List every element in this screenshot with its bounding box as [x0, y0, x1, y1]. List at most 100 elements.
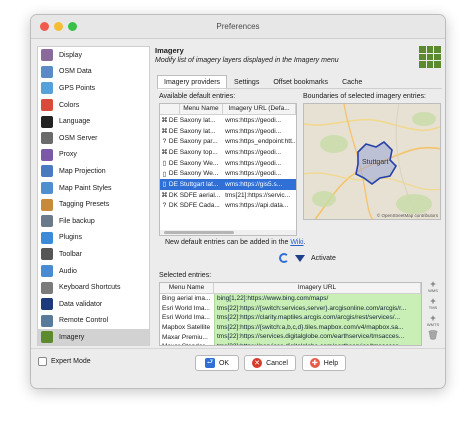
sidebar-item-osm-server[interactable]: OSM Server: [38, 130, 149, 147]
column-header-menu-name[interactable]: Menu Name: [160, 283, 214, 293]
plugins-icon: [41, 231, 53, 244]
sidebar-item-keyboard-shortcuts[interactable]: Keyboard Shortcuts: [38, 279, 149, 296]
entry-type-icon: ?: [162, 202, 167, 210]
add-wmts-button[interactable]: + WMTS: [426, 314, 440, 328]
expert-mode-checkbox[interactable]: [38, 357, 47, 366]
entry-type-icon: ⌘: [161, 128, 168, 136]
refresh-icon[interactable]: [279, 253, 289, 263]
sidebar-item-file-backup[interactable]: File backup: [38, 213, 149, 230]
entry-type-icon: ⌘: [161, 117, 168, 125]
validator-icon: [41, 298, 53, 311]
sidebar-item-label: Remote Control: [59, 317, 109, 325]
sidebar-item-remote-control[interactable]: Remote Control: [38, 313, 149, 330]
horizontal-scrollbar[interactable]: [160, 230, 296, 235]
available-entries-table[interactable]: Menu Name Imagery URL (Defa... ⌘ DE Saxony…: [159, 103, 297, 236]
imagery-url-cell[interactable]: tms[22]:https://{switch:a,b,c,d}.tiles.m…: [214, 322, 421, 333]
ok-button[interactable]: ⮐ OK: [195, 355, 239, 371]
table-row[interactable]: Esri World Ima... tms[22]:https://{switch…: [160, 303, 421, 314]
expert-mode-toggle[interactable]: Expert Mode: [38, 357, 91, 366]
menu-name-cell[interactable]: Mapbox Satellite: [160, 324, 214, 331]
imagery-url-cell[interactable]: tms[22]:https://services.digitalglobe.co…: [214, 341, 421, 345]
sidebar-item-label: Keyboard Shortcuts: [59, 284, 121, 292]
imagery-url-cell[interactable]: bing[1,22]:https://www.bing.com/maps/: [214, 294, 421, 304]
table-row[interactable]: Esri World Ima... tms[22]:https://clarity…: [160, 313, 421, 323]
table-row[interactable]: ⌘ DK SDFE aerial... tms[21]:https://servic.…: [160, 190, 296, 201]
table-row[interactable]: Bing aerial ima... bing[1,22]:https://www…: [160, 294, 421, 304]
table-row[interactable]: Mapbox Satellite tms[22]:https://{switch:…: [160, 322, 421, 333]
sidebar-item-label: OSM Server: [59, 134, 98, 142]
delete-entry-button[interactable]: 🗑: [426, 331, 440, 344]
sidebar-item-label: Colors: [59, 101, 80, 109]
sidebar-item-label: Imagery: [59, 333, 85, 341]
table-row[interactable]: ▯ DE Saxony We... wms:https://geodi...: [160, 168, 296, 179]
table-row[interactable]: Maxar Premiu... tms[22]:https://services.…: [160, 332, 421, 342]
imagery-url-cell: wms:https_endpoint:htt...: [225, 138, 297, 146]
sidebar-item-colors[interactable]: Colors: [38, 97, 149, 114]
sidebar-item-language[interactable]: Language: [38, 113, 149, 130]
imagery-providers-panel: Available default entries: Boundaries of…: [157, 88, 442, 346]
add-tms-button[interactable]: + TMS: [426, 297, 440, 311]
help-button[interactable]: ✚ Help: [302, 355, 346, 371]
table-row[interactable]: ⌘ DE Saxony lat... wms:https://geodi...: [160, 115, 296, 126]
sidebar-item-toolbar[interactable]: Toolbar: [38, 246, 149, 263]
menu-name-cell[interactable]: Esri World Ima...: [160, 305, 214, 312]
imagery-url-cell: tms[21]:https://servic...: [225, 191, 291, 199]
dialog-footer: Expert Mode ⮐ OK ✕ Cancel ✚ Help: [31, 348, 445, 388]
table-row[interactable]: ▯ DE Stuttgart lat... wms:https://gis5.s...: [160, 179, 296, 190]
activate-controls: Activate: [279, 253, 336, 263]
imagery-url-cell[interactable]: tms[22]:https://services.digitalglobe.co…: [214, 332, 421, 342]
sidebar-item-plugins[interactable]: Plugins: [38, 230, 149, 247]
sidebar-item-proxy[interactable]: Proxy: [38, 147, 149, 164]
plus-icon: +: [430, 279, 436, 289]
table-row[interactable]: ⌘ DE Saxony top... wms:https://geodi...: [160, 147, 296, 158]
imagery-url-cell: wms:https://geodi...: [225, 159, 282, 167]
activate-button[interactable]: Activate: [311, 255, 336, 262]
ok-icon: ⮐: [204, 358, 215, 368]
menu-name-cell[interactable]: Maxar Premiu...: [160, 334, 214, 341]
add-wms-button[interactable]: + WMS: [426, 279, 440, 294]
sidebar-item-data-validator[interactable]: Data validator: [38, 296, 149, 313]
country-code: DE: [168, 148, 178, 156]
selected-entries-table[interactable]: Menu Name Imagery URL Bing aerial ima...…: [159, 282, 422, 346]
sidebar-item-tagging-presets[interactable]: Tagging Presets: [38, 196, 149, 213]
column-header-imagery-url[interactable]: Imagery URL (Defa...: [223, 104, 296, 114]
sidebar-item-display[interactable]: Display: [38, 47, 149, 64]
map-attribution: © OpenStreetMap contributors: [376, 213, 438, 218]
sidebar-item-label: Data validator: [59, 300, 103, 308]
language-icon: [41, 115, 53, 128]
menu-name-cell: SDFE aerial...: [179, 191, 221, 199]
menu-name-cell[interactable]: Bing aerial ima...: [160, 295, 214, 302]
cancel-label: Cancel: [266, 359, 288, 367]
column-header-icon[interactable]: [160, 104, 180, 114]
table-row[interactable]: ⌘ DE Saxony lat... wms:https://geodi...: [160, 126, 296, 137]
sidebar-item-map-projection[interactable]: Map Projection: [38, 163, 149, 180]
imagery-url-cell[interactable]: tms[22]:https://clarity.maptiles.arcgis.…: [214, 313, 421, 323]
table-row[interactable]: ▯ DE Saxony We... wms:https://geodi...: [160, 158, 296, 169]
help-icon: ✚: [309, 358, 320, 368]
sidebar-item-label: Display: [59, 51, 82, 59]
sidebar-item-gps-points[interactable]: GPS Points: [38, 80, 149, 97]
column-header-menu-name[interactable]: Menu Name: [180, 104, 224, 114]
activate-arrow-icon[interactable]: [295, 254, 305, 262]
sidebar-item-osm-data[interactable]: OSM Data: [38, 64, 149, 81]
cancel-button[interactable]: ✕ Cancel: [244, 355, 296, 371]
country-code: DK: [168, 202, 178, 210]
imagery-url-cell[interactable]: tms[22]:https://{switch:services,server}…: [214, 303, 421, 314]
osm-data-icon: [41, 65, 53, 78]
wiki-link[interactable]: Wiki: [290, 239, 303, 246]
sidebar-item-label: Plugins: [59, 234, 82, 242]
sidebar-item-audio[interactable]: Audio: [38, 263, 149, 280]
table-row[interactable]: ? DK SDFE Cada... wms:https://api.data...: [160, 201, 296, 212]
sidebar-item-map-paint-styles[interactable]: Map Paint Styles: [38, 180, 149, 197]
presets-icon: [41, 198, 53, 211]
imagery-settings: Imagery Modify list of imagery layers di…: [155, 46, 443, 346]
table-row[interactable]: ? DE Saxony par... wms:https_endpoint:htt..…: [160, 136, 296, 147]
table-row[interactable]: Maxar Standar...tms[22]:https://services…: [160, 341, 421, 345]
menu-name-cell[interactable]: Maxar Standar...: [160, 343, 214, 345]
add-wms-label: WMS: [428, 288, 438, 293]
menu-name-cell[interactable]: Esri World Ima...: [160, 314, 214, 321]
boundaries-map[interactable]: Stuttgart © OpenStreetMap contributors: [303, 103, 441, 220]
column-header-imagery-url[interactable]: Imagery URL: [214, 283, 421, 293]
entry-type-icon: ⌘: [161, 149, 168, 157]
sidebar-item-imagery[interactable]: Imagery: [38, 329, 149, 346]
